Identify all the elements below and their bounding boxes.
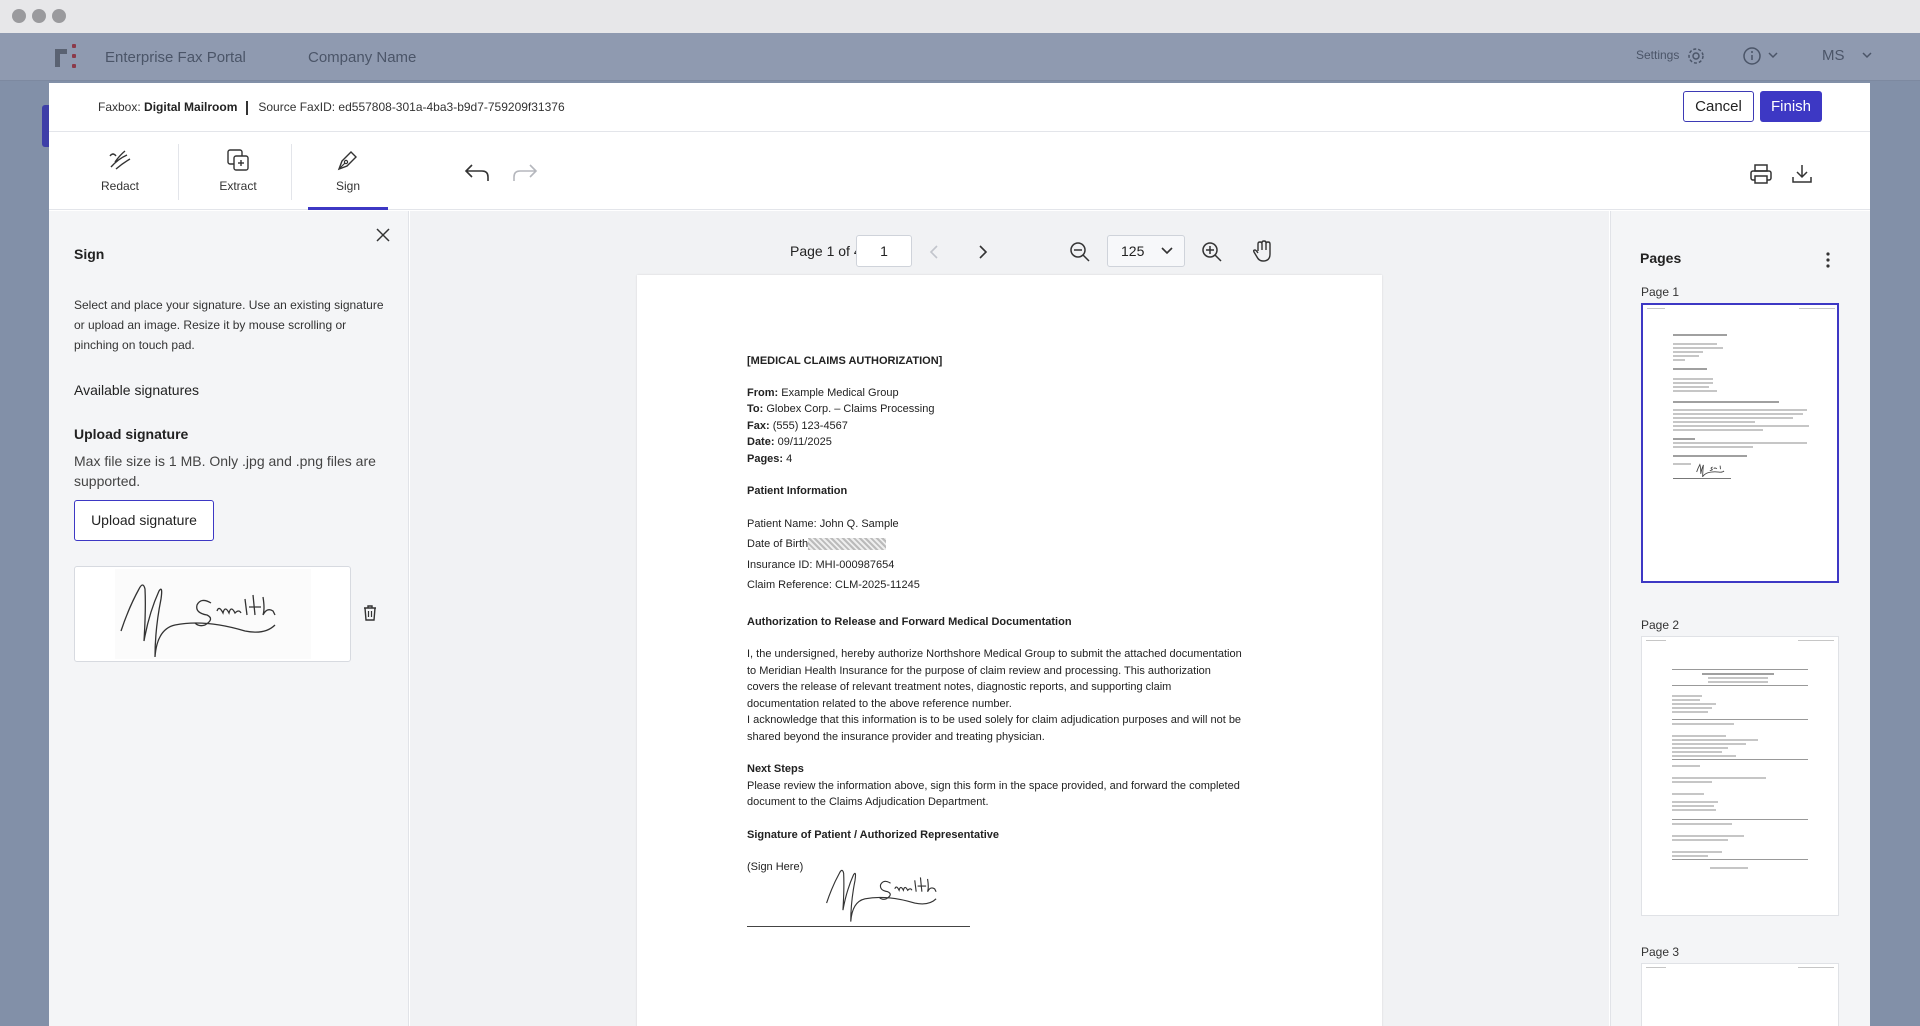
doc-to: Globex Corp. – Claims Processing	[766, 403, 935, 415]
available-signatures-heading: Available signatures	[74, 382, 200, 398]
close-icon[interactable]	[375, 227, 391, 243]
trash-icon[interactable]	[362, 604, 378, 622]
faxbox-value: Digital Mailroom	[144, 100, 238, 114]
pages-panel-title: Pages	[1640, 250, 1682, 266]
upload-note: Max file size is 1 MB. Only .jpg and .pn…	[74, 453, 376, 489]
signature-line	[747, 926, 970, 927]
cancel-button[interactable]: Cancel	[1683, 91, 1754, 122]
chevron-down-icon	[1161, 247, 1173, 255]
doc-next-heading: Next Steps	[747, 763, 804, 775]
doc-ack-line: shared beyond the insurance provider and…	[747, 730, 1045, 743]
chevron-down-icon[interactable]	[1862, 51, 1872, 59]
doc-insurance-id: Insurance ID: MHI-000987654	[747, 558, 895, 571]
page-thumb-label: Page 1	[1641, 285, 1680, 299]
window-close-dot[interactable]	[12, 9, 26, 23]
source-faxid-value: ed557808-301a-4ba3-b9d7-759209f31376	[338, 100, 565, 114]
page-thumb-label: Page 2	[1641, 618, 1680, 632]
doc-auth-line: to Meridian Health Insurance for the pur…	[747, 664, 1211, 677]
tool-sign[interactable]: Sign	[308, 132, 388, 210]
doc-from: Example Medical Group	[781, 386, 899, 399]
sign-panel-description: Select and place your signature. Use an …	[74, 298, 384, 352]
company-name[interactable]: Company Name	[308, 49, 416, 66]
zoom-select[interactable]: 125	[1107, 235, 1185, 267]
tool-extract[interactable]: Extract	[201, 132, 275, 210]
doc-sig-heading: Signature of Patient / Authorized Repres…	[747, 828, 1000, 841]
editor-toolbar: Redact Extract Sign	[49, 132, 1870, 210]
tool-extract-label: Extract	[219, 179, 257, 193]
page-number-input[interactable]: 1	[856, 235, 912, 267]
zoom-value: 125	[1121, 243, 1145, 259]
redacted-dob	[808, 538, 887, 551]
doc-ack-line: I acknowledge that this information is t…	[747, 714, 1242, 726]
undo-icon[interactable]	[463, 162, 491, 184]
document-editor-modal: Faxbox: Digital Mailroom Source FaxID: ed…	[49, 83, 1870, 1026]
doc-patient-name: Patient Name: John Q. Sample	[747, 517, 899, 530]
app-title: Enterprise Fax Portal	[105, 49, 246, 66]
next-page-icon[interactable]	[978, 244, 988, 260]
settings-label[interactable]: Settings	[1636, 48, 1679, 62]
faxbox-label: Faxbox:	[98, 100, 141, 114]
sign-panel: Sign Select and place your signature. Us…	[49, 211, 409, 1026]
doc-title: [MEDICAL CLAIMS AUTHORIZATION]	[747, 355, 943, 367]
document-content: [MEDICAL CLAIMS AUTHORIZATION] From: Exa…	[747, 353, 1267, 876]
sign-panel-title: Sign	[74, 246, 105, 262]
user-initials[interactable]: MS	[1822, 47, 1845, 64]
window-maximize-dot[interactable]	[52, 9, 66, 23]
signature-card[interactable]	[74, 566, 351, 662]
doc-date: 09/11/2025	[777, 436, 832, 448]
doc-pages: 4	[786, 452, 793, 465]
tool-redact-label: Redact	[100, 179, 140, 193]
more-options-icon[interactable]	[1825, 251, 1831, 269]
window-minimize-dot[interactable]	[32, 9, 46, 23]
browser-titlebar	[0, 0, 1920, 33]
extract-icon	[227, 149, 249, 171]
pen-icon	[337, 151, 357, 171]
fax-meta: Faxbox: Digital Mailroom Source FaxID: ed…	[98, 100, 565, 115]
doc-patient-heading: Patient Information	[747, 485, 848, 497]
pan-hand-icon[interactable]	[1252, 239, 1274, 263]
doc-auth-line: documentation related to the above refer…	[747, 697, 1012, 710]
doc-auth-heading: Authorization to Release and Forward Med…	[747, 615, 1072, 628]
redo-icon[interactable]	[511, 162, 539, 184]
upload-signature-heading: Upload signature	[74, 426, 189, 442]
doc-claim-ref: Claim Reference: CLM-2025-11245	[747, 579, 920, 591]
gear-icon[interactable]	[1686, 46, 1706, 66]
document-viewer: Page 1 of 4 1 125 [MEDICAL CLAIMS AUTHOR…	[410, 211, 1609, 1026]
previous-page-icon[interactable]	[929, 244, 939, 260]
doc-auth-line: I, the undersigned, hereby authorize Nor…	[747, 648, 1242, 660]
page-thumbnail-1[interactable]	[1641, 303, 1839, 583]
page-indicator: Page 1 of 4	[790, 243, 862, 259]
page-thumbnail-3[interactable]	[1641, 963, 1839, 1026]
download-icon[interactable]	[1790, 163, 1814, 185]
zoom-out-icon[interactable]	[1069, 241, 1091, 263]
app-header: Enterprise Fax Portal Company Name Setti…	[0, 33, 1920, 81]
signature-image[interactable]	[115, 569, 311, 659]
page-thumbnail-2[interactable]	[1641, 636, 1839, 916]
print-icon[interactable]	[1749, 163, 1773, 185]
placed-signature[interactable]	[817, 859, 967, 923]
doc-next-line: document to the Claims Adjudication Depa…	[747, 796, 989, 808]
pages-panel: Pages Page 1 Page 2 Page 3	[1610, 211, 1870, 1026]
doc-fax: (555) 123-4567	[772, 419, 848, 432]
tool-sign-label: Sign	[335, 179, 361, 193]
doc-next-line: Please review the information above, sig…	[747, 779, 1240, 792]
page-thumb-label: Page 3	[1641, 945, 1680, 959]
finish-button[interactable]: Finish	[1760, 91, 1822, 122]
modal-header: Faxbox: Digital Mailroom Source FaxID: ed…	[49, 83, 1870, 132]
tool-redact[interactable]: Redact	[83, 132, 157, 210]
source-faxid-label: Source FaxID:	[258, 100, 336, 114]
doc-auth-line: covers the release of relevant treatment…	[747, 681, 1172, 693]
doc-dob-label: Date of Birth	[747, 538, 809, 550]
app-logo	[52, 43, 76, 69]
upload-signature-button[interactable]: Upload signature	[74, 500, 214, 541]
info-icon[interactable]	[1742, 46, 1762, 66]
zoom-in-icon[interactable]	[1201, 241, 1223, 263]
chevron-down-icon[interactable]	[1768, 51, 1778, 59]
document-page[interactable]: [MEDICAL CLAIMS AUTHORIZATION] From: Exa…	[637, 275, 1382, 1026]
redact-icon	[109, 150, 131, 170]
